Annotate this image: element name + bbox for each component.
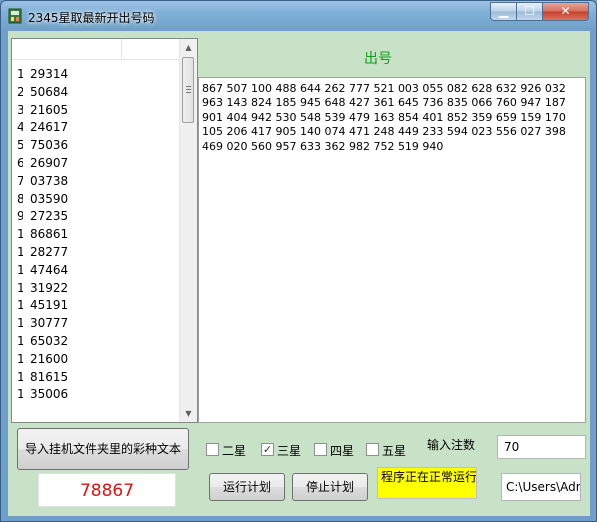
bet-count-input[interactable]: 70 [497, 435, 586, 459]
app-window: 2345星取最新开出号码 ▁ ☐ ✕ 1 29314 2 50684 3 21605 4 24… [0, 0, 597, 522]
two-star-checkbox-box[interactable] [206, 443, 219, 456]
three-star-label: 三星 [277, 444, 302, 458]
maximize-button[interactable]: ☐ [516, 2, 543, 21]
list-item[interactable]: 9 27235 [12, 208, 180, 226]
list-item-value: 27235 [30, 209, 69, 224]
list-item-value: 31922 [30, 280, 69, 295]
current-number-display: 78867 [38, 473, 176, 507]
list-item-index: 1 [17, 262, 23, 280]
list-item-value: 21605 [30, 102, 69, 117]
list-item-index: 8 [17, 191, 23, 209]
scroll-down-arrow-icon[interactable]: ▼ [180, 405, 197, 422]
list-item-value: 75036 [30, 138, 69, 153]
close-button[interactable]: ✕ [542, 2, 589, 21]
bet-count-label: 输入注数 [427, 438, 476, 452]
list-item-index: 1 [17, 351, 23, 369]
list-rows: 1 29314 2 50684 3 21605 4 24617 5 75036 6 26907 7 037… [12, 66, 180, 404]
list-item-value: 28277 [30, 244, 69, 259]
list-item-value: 03738 [30, 173, 69, 188]
list-item-index: 1 [17, 66, 23, 84]
status-indicator: 程序正在正常运行 [377, 467, 477, 499]
list-item-index: 1 [17, 333, 23, 351]
list-item[interactable]: 1 31922 [12, 280, 180, 298]
list-item[interactable]: 7 03738 [12, 173, 180, 191]
list-item-index: 2 [17, 84, 23, 102]
list-item-index: 1 [17, 315, 23, 333]
list-item-value: 45191 [30, 298, 69, 313]
app-icon [7, 8, 23, 24]
list-item-index: 1 [17, 280, 23, 298]
list-item[interactable]: 1 81615 [12, 369, 180, 387]
list-item[interactable]: 3 21605 [12, 102, 180, 120]
maximize-icon: ☐ [524, 4, 535, 18]
list-item-index: 5 [17, 137, 23, 155]
two-star-label: 二星 [222, 444, 247, 458]
list-item[interactable]: 1 30777 [12, 315, 180, 333]
list-item[interactable]: 5 75036 [12, 137, 180, 155]
checkmark-icon[interactable]: ✓ [261, 443, 274, 456]
list-item[interactable]: 2 50684 [12, 84, 180, 102]
run-plan-button[interactable]: 运行计划 [209, 473, 285, 501]
list-item-value: 81615 [30, 369, 69, 384]
result-title: 出号 [364, 51, 392, 67]
list-item-value: 86861 [30, 227, 69, 242]
list-item[interactable]: 1 86861 [12, 226, 180, 244]
list-item-value: 21600 [30, 351, 69, 366]
list-item-value: 29314 [30, 67, 69, 81]
list-item-index: 1 [17, 297, 23, 315]
list-item[interactable]: 1 45191 [12, 297, 180, 315]
minimize-icon: ▁ [498, 4, 509, 18]
list-item-value: 47464 [30, 262, 69, 277]
list-item-value: 30777 [30, 316, 69, 331]
title-bar[interactable]: 2345星取最新开出号码 ▁ ☐ ✕ [1, 1, 596, 31]
list-item-index: 4 [17, 119, 23, 137]
list-item-value: 50684 [30, 84, 69, 99]
five-star-checkbox-box[interactable] [366, 443, 379, 456]
list-item-value: 35006 [30, 387, 69, 402]
list-item[interactable]: 1 21600 [12, 351, 180, 369]
list-item-value: 03590 [30, 191, 69, 206]
scrollbar-thumb[interactable] [182, 57, 194, 123]
window-title: 2345星取最新开出号码 [28, 11, 155, 25]
list-item-index: 7 [17, 173, 23, 191]
list-item-index: 1 [17, 226, 23, 244]
list-item-index: 6 [17, 155, 23, 173]
number-list[interactable]: 1 29314 2 50684 3 21605 4 24617 5 75036 6 26907 7 037… [11, 38, 198, 423]
list-item-index: 1 [17, 244, 23, 262]
list-item-index: 9 [17, 208, 23, 226]
list-item[interactable]: 1 29314 [12, 66, 180, 84]
list-item[interactable]: 1 35006 [12, 386, 180, 404]
list-item[interactable]: 8 03590 [12, 191, 180, 209]
import-lottery-text-button[interactable]: 导入挂机文件夹里的彩种文本 [17, 428, 189, 470]
five-star-label: 五星 [382, 444, 407, 458]
list-header-column-2[interactable] [122, 39, 180, 59]
close-icon: ✕ [560, 4, 571, 18]
result-numbers-box[interactable]: 867 507 100 488 644 262 777 521 003 055 … [198, 77, 586, 423]
minimize-button[interactable]: ▁ [490, 2, 517, 21]
path-field[interactable]: C:\Users\Adm [501, 473, 581, 501]
four-star-checkbox-box[interactable] [314, 443, 327, 456]
list-item-index: 3 [17, 102, 23, 120]
list-header-column-1[interactable] [12, 39, 122, 59]
list-item-index: 1 [17, 386, 23, 404]
list-item[interactable]: 1 65032 [12, 333, 180, 351]
list-item-value: 65032 [30, 333, 69, 348]
list-item[interactable]: 1 47464 [12, 262, 180, 280]
list-scrollbar[interactable]: ▲ ▼ [179, 39, 197, 422]
list-item-index: 1 [17, 369, 23, 387]
scroll-up-arrow-icon[interactable]: ▲ [180, 39, 197, 56]
four-star-label: 四星 [330, 444, 355, 458]
stop-plan-button[interactable]: 停止计划 [292, 473, 368, 501]
list-item[interactable]: 1 28277 [12, 244, 180, 262]
client-area: 1 29314 2 50684 3 21605 4 24617 5 75036 6 26907 7 037… [8, 31, 590, 516]
list-item-value: 24617 [30, 120, 69, 135]
list-item-value: 26907 [30, 155, 69, 170]
list-item[interactable]: 4 24617 [12, 119, 180, 137]
list-item[interactable]: 6 26907 [12, 155, 180, 173]
list-header[interactable] [12, 39, 180, 60]
